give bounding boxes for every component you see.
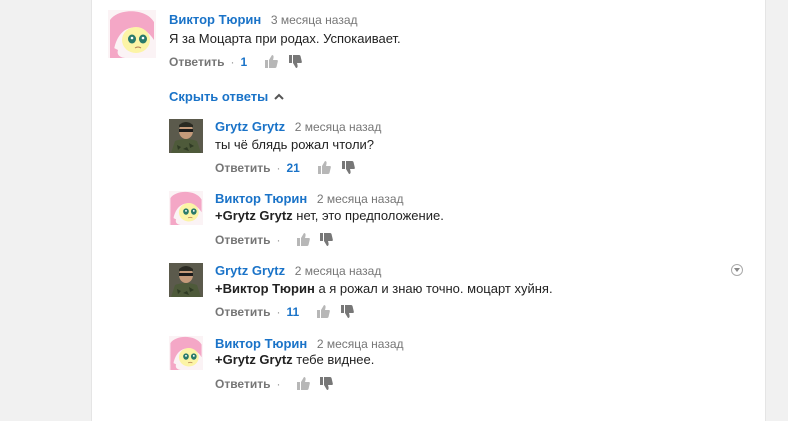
mention-link[interactable]: +Виктор Тюрин <box>215 281 315 296</box>
thumbs-down-icon[interactable] <box>319 377 333 390</box>
separator-dot: · <box>276 233 281 247</box>
author-name[interactable]: Виктор Тюрин <box>215 336 307 351</box>
comment-timestamp[interactable]: 3 месяца назад <box>271 13 358 27</box>
comment-body: а я рожал и знаю точно. моцарт хуйня. <box>314 281 553 296</box>
reply-button[interactable]: Ответить <box>215 305 270 319</box>
thumbs-up-icon[interactable] <box>316 305 331 318</box>
hide-replies-label: Скрыть ответы <box>169 89 269 104</box>
author-name[interactable]: Виктор Тюрин <box>169 12 261 27</box>
thumbs-up-icon[interactable] <box>264 55 279 68</box>
comment-text: +Grytz Grytz нет, это предположение. <box>215 208 444 224</box>
reply-button[interactable]: Ответить <box>215 161 270 175</box>
separator-dot: · <box>276 377 281 391</box>
avatar[interactable] <box>169 119 203 153</box>
like-count: 11 <box>286 305 300 319</box>
author-name[interactable]: Виктор Тюрин <box>215 191 307 206</box>
soldier-avatar-icon <box>169 263 203 297</box>
thumbs-down-icon[interactable] <box>340 305 354 318</box>
avatar[interactable] <box>169 336 203 370</box>
chevron-up-icon <box>274 88 284 104</box>
pink-pony-avatar-icon <box>108 10 156 58</box>
comment-actions: Ответить · 21 <box>215 161 355 175</box>
comment-text: ты чё блядь рожал чтоли? <box>215 137 374 153</box>
author-name[interactable]: Grytz Grytz <box>215 263 285 278</box>
avatar[interactable] <box>169 263 203 297</box>
comment-actions: Ответить · 1 <box>169 55 302 69</box>
mention-link[interactable]: +Grytz Grytz <box>215 208 293 223</box>
like-count: 1 <box>240 55 248 69</box>
thumbs-down-icon[interactable] <box>319 233 333 246</box>
comments-panel: Виктор Тюрин 3 месяца назад Я за Моцарта… <box>91 0 766 421</box>
comment-body: нет, это предположение. <box>292 208 444 223</box>
like-count: 21 <box>286 161 300 175</box>
thumbs-up-icon[interactable] <box>317 161 331 174</box>
thumbs-up-icon[interactable] <box>296 233 310 246</box>
author-name[interactable]: Grytz Grytz <box>215 119 285 134</box>
pink-pony-avatar-icon <box>169 336 203 370</box>
reply-button[interactable]: Ответить <box>215 377 270 391</box>
comment-body: Я за Моцарта при родах. Успокаивает. <box>169 31 401 46</box>
comment-text: +Виктор Тюрин а я рожал и знаю точно. мо… <box>215 281 553 297</box>
comment-timestamp[interactable]: 2 месяца назад <box>295 120 382 134</box>
comment-actions: Ответить · 11 <box>215 305 354 319</box>
comment-actions: Ответить · <box>215 233 333 247</box>
comment-body: тебе виднее. <box>292 352 375 367</box>
comment-text: +Grytz Grytz тебе виднее. <box>215 352 374 368</box>
avatar[interactable] <box>108 10 156 58</box>
comment-timestamp[interactable]: 2 месяца назад <box>295 264 382 278</box>
mention-link[interactable]: +Grytz Grytz <box>215 352 293 367</box>
reply-button[interactable]: Ответить <box>215 233 270 247</box>
separator-dot: · <box>276 161 281 175</box>
comment-body: ты чё блядь рожал чтоли? <box>215 137 375 152</box>
comment-actions: Ответить · <box>215 377 333 391</box>
thumbs-down-icon[interactable] <box>341 161 355 174</box>
reply-button[interactable]: Ответить <box>169 55 224 69</box>
soldier-avatar-icon <box>169 119 203 153</box>
separator-dot: · <box>230 55 235 69</box>
comment-text: Я за Моцарта при родах. Успокаивает. <box>169 31 401 47</box>
comment-menu-icon[interactable] <box>731 264 743 276</box>
comment-timestamp[interactable]: 2 месяца назад <box>317 192 404 206</box>
separator-dot: · <box>276 305 281 319</box>
pink-pony-avatar-icon <box>169 191 203 225</box>
comment-timestamp[interactable]: 2 месяца назад <box>317 337 404 351</box>
thumbs-up-icon[interactable] <box>296 377 310 390</box>
hide-replies-button[interactable]: Скрыть ответы <box>169 88 284 105</box>
thumbs-down-icon[interactable] <box>288 55 302 68</box>
avatar[interactable] <box>169 191 203 225</box>
